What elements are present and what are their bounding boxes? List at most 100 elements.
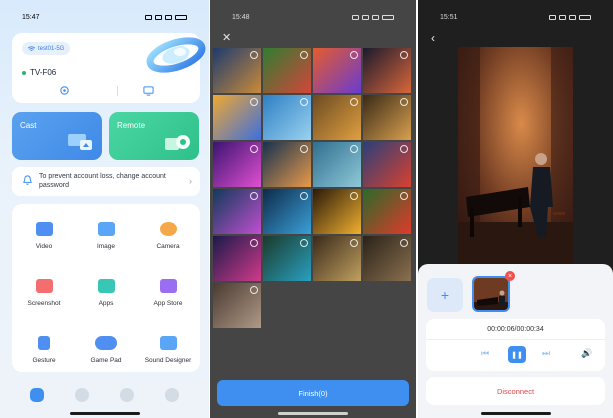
disconnect-button[interactable]: Disconnect <box>426 377 605 405</box>
select-circle-icon[interactable] <box>400 239 408 247</box>
feature-grid: Video Image Camera Screenshot Apps App S… <box>12 204 200 372</box>
cathedral-photo[interactable] <box>363 142 411 187</box>
select-circle-icon[interactable] <box>300 192 308 200</box>
screenshot-icon <box>35 279 53 293</box>
leopard-photo[interactable] <box>363 95 411 140</box>
select-circle-icon[interactable] <box>250 192 258 200</box>
alarm-icon <box>352 14 359 20</box>
previous-icon[interactable]: ⏮ <box>481 348 489 359</box>
select-circle-icon[interactable] <box>300 51 308 59</box>
control-panel: + × 00:00:06/00:00:34 ⏮ ❚❚ ⏭ 🔊 Disconnec… <box>418 264 613 418</box>
feature-apps[interactable]: Apps <box>75 279 137 307</box>
home-indicator <box>69 412 140 415</box>
feature-label: Screenshot <box>27 300 61 307</box>
finish-button[interactable]: Finish(0) <box>217 380 409 406</box>
select-circle-icon[interactable] <box>300 98 308 106</box>
wifi-status-icon <box>362 14 369 20</box>
next-icon[interactable]: ⏭ <box>542 348 550 359</box>
pause-button[interactable]: ❚❚ <box>508 346 526 363</box>
neon-swirl-photo[interactable] <box>213 142 261 187</box>
abstract-waves-photo[interactable] <box>213 236 261 281</box>
parrot-photo[interactable] <box>363 189 411 234</box>
select-circle-icon[interactable] <box>250 145 258 153</box>
select-circle-icon[interactable] <box>350 239 358 247</box>
feature-screenshot[interactable]: Screenshot <box>13 279 75 307</box>
signal-icon <box>372 14 379 20</box>
gamepad-icon <box>95 336 117 350</box>
status-time: 15:47 <box>22 13 40 21</box>
divider <box>426 339 605 340</box>
feature-gesture[interactable]: Gesture <box>13 336 75 364</box>
remove-media-icon[interactable]: × <box>505 271 515 281</box>
feature-label: Sound Designer <box>144 357 192 364</box>
back-icon[interactable]: ‹ <box>431 31 435 45</box>
device-settings-icon[interactable] <box>59 85 70 96</box>
sunset-beach-photo[interactable] <box>263 142 311 187</box>
select-circle-icon[interactable] <box>350 98 358 106</box>
playback-controls: 00:00:06/00:00:34 ⏮ ❚❚ ⏭ 🔊 <box>426 319 605 371</box>
close-icon[interactable]: ✕ <box>222 31 231 44</box>
fantasy-army-poster[interactable] <box>363 236 411 281</box>
home-tab-icon[interactable] <box>29 388 44 402</box>
dolphin-photo[interactable] <box>263 95 311 140</box>
gesture-icon <box>38 336 50 350</box>
select-circle-icon[interactable] <box>250 51 258 59</box>
select-circle-icon[interactable] <box>350 51 358 59</box>
feature-camera[interactable]: Camera <box>137 222 199 250</box>
soccer-players-photo[interactable] <box>263 48 311 93</box>
device-card[interactable]: test01-5G TV-F06 <box>12 33 206 103</box>
feature-video[interactable]: Video <box>13 222 75 250</box>
wifi-pill: test01-5G <box>22 42 71 55</box>
status-icons <box>145 14 187 20</box>
video-preview <box>458 47 573 265</box>
running-man-photo[interactable] <box>213 283 261 328</box>
volume-icon[interactable]: 🔊 <box>581 348 592 359</box>
mountain-lake-photo[interactable] <box>313 142 361 187</box>
lion-portrait-photo[interactable] <box>313 95 361 140</box>
sunset-sky-photo[interactable] <box>363 48 411 93</box>
remote-tab-icon[interactable] <box>74 388 89 402</box>
feature-sound-designer[interactable]: Sound Designer <box>137 336 199 364</box>
queued-media-thumbnail[interactable] <box>472 276 510 312</box>
feature-game-pad[interactable]: Game Pad <box>75 336 137 364</box>
screen-mirror-icon[interactable] <box>143 85 154 96</box>
select-circle-icon[interactable] <box>400 192 408 200</box>
app-store-icon <box>159 279 177 293</box>
alarm-icon <box>549 14 556 20</box>
feature-label: Image <box>96 243 116 250</box>
feature-image[interactable]: Image <box>75 222 137 250</box>
battery-icon <box>579 14 591 20</box>
colorful-flower-photo[interactable] <box>313 48 361 93</box>
select-circle-icon[interactable] <box>400 145 408 153</box>
device-name-row: TV-F06 <box>22 68 56 77</box>
select-circle-icon[interactable] <box>250 98 258 106</box>
cast-label: Cast <box>20 121 37 130</box>
select-circle-icon[interactable] <box>250 286 258 294</box>
select-circle-icon[interactable] <box>400 51 408 59</box>
sun-horizon-photo[interactable] <box>313 189 361 234</box>
add-media-button[interactable]: + <box>427 278 463 312</box>
select-circle-icon[interactable] <box>300 239 308 247</box>
the-legend-begins-poster[interactable] <box>313 236 361 281</box>
select-circle-icon[interactable] <box>250 239 258 247</box>
select-circle-icon[interactable] <box>350 192 358 200</box>
video-icon <box>35 222 53 236</box>
discover-tab-icon[interactable] <box>120 388 135 402</box>
wifi-icon <box>28 45 35 51</box>
divider <box>117 86 118 96</box>
feature-app-store[interactable]: App Store <box>137 279 199 307</box>
cast-tile[interactable]: Cast <box>12 112 102 160</box>
select-circle-icon[interactable] <box>300 145 308 153</box>
peacock-photo[interactable] <box>263 236 311 281</box>
wifi-status-icon <box>559 14 566 20</box>
select-circle-icon[interactable] <box>350 145 358 153</box>
select-circle-icon[interactable] <box>400 98 408 106</box>
remote-tile[interactable]: Remote <box>109 112 199 160</box>
rainbow-light-photo[interactable] <box>213 95 261 140</box>
password-notice[interactable]: To prevent account loss, change account … <box>12 167 200 196</box>
coral-reef-photo[interactable] <box>213 189 261 234</box>
ocean-wave-photo[interactable] <box>263 189 311 234</box>
profile-tab-icon[interactable] <box>165 388 180 402</box>
city-skyline-photo[interactable] <box>213 48 261 93</box>
photo-picker-screen: 15:48 ✕ Finish(0) <box>210 0 416 418</box>
